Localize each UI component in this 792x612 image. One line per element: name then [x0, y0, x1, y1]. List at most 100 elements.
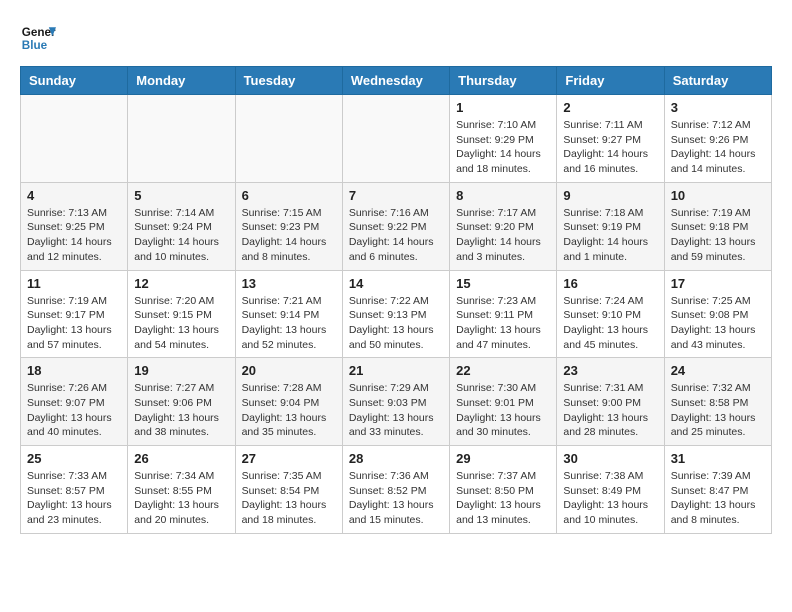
calendar-cell: 21 Sunrise: 7:29 AM Sunset: 9:03 PM Dayli… — [342, 358, 449, 446]
weekday-header-wednesday: Wednesday — [342, 67, 449, 95]
calendar-cell: 30Sunrise: 7:38 AM Sunset: 8:49 PM Dayli… — [557, 446, 664, 534]
day-info: Sunrise: 7:37 AM Sunset: 8:50 PM Dayligh… — [456, 469, 550, 528]
calendar-week-3: 11Sunrise: 7:19 AM Sunset: 9:17 PM Dayli… — [21, 270, 772, 358]
calendar-cell: 22Sunrise: 7:30 AM Sunset: 9:01 PM Dayli… — [450, 358, 557, 446]
calendar-cell: 14 Sunrise: 7:22 AM Sunset: 9:13 PM Dayli… — [342, 270, 449, 358]
day-info: Sunrise: 7:33 AM Sunset: 8:57 PM Dayligh… — [27, 469, 121, 528]
day-info: Sunrise: 7:25 AM Sunset: 9:08 PM Dayligh… — [671, 294, 765, 353]
day-info: Sunrise: 7:19 AM Sunset: 9:18 PM Dayligh… — [671, 206, 765, 265]
calendar-cell — [342, 95, 449, 183]
day-info: Sunrise: 7:34 AM Sunset: 8:55 PM Dayligh… — [134, 469, 228, 528]
weekday-header-sunday: Sunday — [21, 67, 128, 95]
day-number: 2 — [563, 100, 657, 115]
calendar-cell: 9 Sunrise: 7:18 AM Sunset: 9:19 PM Daylig… — [557, 182, 664, 270]
day-info: Sunrise: 7:38 AM Sunset: 8:49 PM Dayligh… — [563, 469, 657, 528]
day-number: 31 — [671, 451, 765, 466]
day-number: 1 — [456, 100, 550, 115]
day-number: 5 — [134, 188, 228, 203]
calendar-week-5: 25 Sunrise: 7:33 AM Sunset: 8:57 PM Dayli… — [21, 446, 772, 534]
day-number: 14 — [349, 276, 443, 291]
day-number: 28 — [349, 451, 443, 466]
day-info: Sunrise: 7:31 AM Sunset: 9:00 PM Dayligh… — [563, 381, 657, 440]
calendar-cell — [235, 95, 342, 183]
calendar-cell: 25 Sunrise: 7:33 AM Sunset: 8:57 PM Dayli… — [21, 446, 128, 534]
day-info: Sunrise: 7:27 AM Sunset: 9:06 PM Dayligh… — [134, 381, 228, 440]
day-info: Sunrise: 7:29 AM Sunset: 9:03 PM Dayligh… — [349, 381, 443, 440]
calendar-cell — [21, 95, 128, 183]
day-info: Sunrise: 7:30 AM Sunset: 9:01 PM Dayligh… — [456, 381, 550, 440]
calendar-body: 1Sunrise: 7:10 AM Sunset: 9:29 PM Daylig… — [21, 95, 772, 534]
day-info: Sunrise: 7:26 AM Sunset: 9:07 PM Dayligh… — [27, 381, 121, 440]
day-info: Sunrise: 7:16 AM Sunset: 9:22 PM Dayligh… — [349, 206, 443, 265]
calendar-cell: 10 Sunrise: 7:19 AM Sunset: 9:18 PM Dayli… — [664, 182, 771, 270]
day-info: Sunrise: 7:32 AM Sunset: 8:58 PM Dayligh… — [671, 381, 765, 440]
day-info: Sunrise: 7:12 AM Sunset: 9:26 PM Dayligh… — [671, 118, 765, 177]
calendar-week-2: 4 Sunrise: 7:13 AM Sunset: 9:25 PM Daylig… — [21, 182, 772, 270]
day-info: Sunrise: 7:18 AM Sunset: 9:19 PM Dayligh… — [563, 206, 657, 265]
calendar-cell: 6 Sunrise: 7:15 AM Sunset: 9:23 PM Daylig… — [235, 182, 342, 270]
weekday-header-tuesday: Tuesday — [235, 67, 342, 95]
calendar-cell: 17 Sunrise: 7:25 AM Sunset: 9:08 PM Dayli… — [664, 270, 771, 358]
logo-icon: General Blue — [20, 20, 56, 56]
day-number: 19 — [134, 363, 228, 378]
day-number: 3 — [671, 100, 765, 115]
day-info: Sunrise: 7:23 AM Sunset: 9:11 PM Dayligh… — [456, 294, 550, 353]
day-info: Sunrise: 7:19 AM Sunset: 9:17 PM Dayligh… — [27, 294, 121, 353]
day-number: 21 — [349, 363, 443, 378]
weekday-header-monday: Monday — [128, 67, 235, 95]
day-number: 17 — [671, 276, 765, 291]
day-number: 9 — [563, 188, 657, 203]
day-info: Sunrise: 7:17 AM Sunset: 9:20 PM Dayligh… — [456, 206, 550, 265]
calendar-cell: 26 Sunrise: 7:34 AM Sunset: 8:55 PM Dayli… — [128, 446, 235, 534]
day-number: 24 — [671, 363, 765, 378]
weekday-header-friday: Friday — [557, 67, 664, 95]
calendar-cell: 27 Sunrise: 7:35 AM Sunset: 8:54 PM Dayli… — [235, 446, 342, 534]
calendar-cell: 8 Sunrise: 7:17 AM Sunset: 9:20 PM Daylig… — [450, 182, 557, 270]
day-number: 6 — [242, 188, 336, 203]
calendar-cell: 18 Sunrise: 7:26 AM Sunset: 9:07 PM Dayli… — [21, 358, 128, 446]
calendar-cell: 12Sunrise: 7:20 AM Sunset: 9:15 PM Dayli… — [128, 270, 235, 358]
calendar-cell: 15Sunrise: 7:23 AM Sunset: 9:11 PM Dayli… — [450, 270, 557, 358]
calendar-cell: 24 Sunrise: 7:32 AM Sunset: 8:58 PM Dayli… — [664, 358, 771, 446]
calendar-cell: 19 Sunrise: 7:27 AM Sunset: 9:06 PM Dayli… — [128, 358, 235, 446]
day-info: Sunrise: 7:11 AM Sunset: 9:27 PM Dayligh… — [563, 118, 657, 177]
day-number: 23 — [563, 363, 657, 378]
calendar-cell: 20 Sunrise: 7:28 AM Sunset: 9:04 PM Dayli… — [235, 358, 342, 446]
day-number: 13 — [242, 276, 336, 291]
day-info: Sunrise: 7:35 AM Sunset: 8:54 PM Dayligh… — [242, 469, 336, 528]
calendar-cell: 23 Sunrise: 7:31 AM Sunset: 9:00 PM Dayli… — [557, 358, 664, 446]
calendar-cell: 7 Sunrise: 7:16 AM Sunset: 9:22 PM Daylig… — [342, 182, 449, 270]
day-info: Sunrise: 7:15 AM Sunset: 9:23 PM Dayligh… — [242, 206, 336, 265]
logo: General Blue — [20, 20, 56, 56]
day-number: 18 — [27, 363, 121, 378]
day-number: 7 — [349, 188, 443, 203]
calendar-cell: 31 Sunrise: 7:39 AM Sunset: 8:47 PM Dayli… — [664, 446, 771, 534]
weekday-header-thursday: Thursday — [450, 67, 557, 95]
day-info: Sunrise: 7:20 AM Sunset: 9:15 PM Dayligh… — [134, 294, 228, 353]
day-info: Sunrise: 7:24 AM Sunset: 9:10 PM Dayligh… — [563, 294, 657, 353]
day-info: Sunrise: 7:13 AM Sunset: 9:25 PM Dayligh… — [27, 206, 121, 265]
calendar-cell: 4 Sunrise: 7:13 AM Sunset: 9:25 PM Daylig… — [21, 182, 128, 270]
day-info: Sunrise: 7:36 AM Sunset: 8:52 PM Dayligh… — [349, 469, 443, 528]
day-number: 4 — [27, 188, 121, 203]
day-number: 25 — [27, 451, 121, 466]
day-number: 20 — [242, 363, 336, 378]
calendar-cell: 5Sunrise: 7:14 AM Sunset: 9:24 PM Daylig… — [128, 182, 235, 270]
day-number: 26 — [134, 451, 228, 466]
calendar-cell: 29Sunrise: 7:37 AM Sunset: 8:50 PM Dayli… — [450, 446, 557, 534]
calendar-week-1: 1Sunrise: 7:10 AM Sunset: 9:29 PM Daylig… — [21, 95, 772, 183]
day-number: 27 — [242, 451, 336, 466]
calendar-cell: 28 Sunrise: 7:36 AM Sunset: 8:52 PM Dayli… — [342, 446, 449, 534]
calendar-cell: 1Sunrise: 7:10 AM Sunset: 9:29 PM Daylig… — [450, 95, 557, 183]
weekday-header-row: SundayMondayTuesdayWednesdayThursdayFrid… — [21, 67, 772, 95]
day-info: Sunrise: 7:39 AM Sunset: 8:47 PM Dayligh… — [671, 469, 765, 528]
calendar-cell: 13 Sunrise: 7:21 AM Sunset: 9:14 PM Dayli… — [235, 270, 342, 358]
day-number: 8 — [456, 188, 550, 203]
day-info: Sunrise: 7:28 AM Sunset: 9:04 PM Dayligh… — [242, 381, 336, 440]
day-info: Sunrise: 7:22 AM Sunset: 9:13 PM Dayligh… — [349, 294, 443, 353]
calendar-cell: 16Sunrise: 7:24 AM Sunset: 9:10 PM Dayli… — [557, 270, 664, 358]
calendar-cell: 11Sunrise: 7:19 AM Sunset: 9:17 PM Dayli… — [21, 270, 128, 358]
day-number: 10 — [671, 188, 765, 203]
day-info: Sunrise: 7:21 AM Sunset: 9:14 PM Dayligh… — [242, 294, 336, 353]
calendar-week-4: 18 Sunrise: 7:26 AM Sunset: 9:07 PM Dayli… — [21, 358, 772, 446]
